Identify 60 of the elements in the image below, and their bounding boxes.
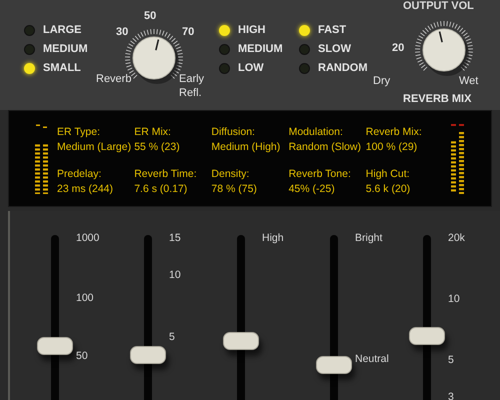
scale-label: Early Refl. [179,72,206,100]
scale-label: High [262,233,284,244]
option-label: SLOW [318,44,351,55]
option-label: LOW [238,63,264,74]
parameter-value: 23 ms (244) [57,182,114,197]
fader-handle[interactable] [409,326,445,345]
knob-title: REVERB MIX [403,94,472,105]
parameter-value: Medium (Large) [57,140,132,155]
scale-label: 30 [116,27,128,38]
scale-label: 70 [182,27,194,38]
scale-label: 5 [448,355,454,366]
scale-label: 1000 [76,233,100,244]
parameter-label: Reverb Mix: [366,125,423,140]
fader-handle[interactable] [223,332,259,350]
parameter-value: 5.6 k (20) [366,182,412,197]
scale-label: Dry [373,76,390,87]
parameter-value: Medium (High) [211,140,282,155]
scale-label: 50 [76,351,88,362]
peak-marker-icon [35,124,49,128]
fader-handle[interactable] [130,346,166,364]
parameter-value: 55 % (23) [134,140,181,155]
scale-label: 15 [169,233,181,244]
scale-label: Wet [459,76,478,87]
option-label: RANDOM [318,63,368,74]
parameter-label: Diffusion: [211,125,256,140]
scale-label: Reverb [96,74,132,85]
parameter-label: ER Mix: [134,125,172,140]
parameter-label: ER Type: [57,125,101,140]
parameter-value: 7.6 s (0.17) [134,182,188,197]
scale-label: 20k [448,233,465,244]
scale-label: 20 [392,43,404,54]
option-label: LARGE [43,25,82,36]
scale-label: 50 [144,11,156,22]
option-label: HIGH [238,25,266,36]
parameter-value: 100 % (29) [366,140,418,155]
scale-label: 10 [169,270,181,280]
option-label: SMALL [43,63,81,74]
parameter-label: Reverb Time: [134,167,198,182]
peak-marker-icon [451,124,465,128]
parameter-label: Reverb Tone: [288,167,352,182]
section-label: OUTPUT VOL [403,1,474,12]
parameter-value: 78 % (75) [211,182,258,197]
option-label: FAST [318,25,346,36]
parameter-value: 45% (-25) [288,182,336,197]
scale-label: 5 [169,332,175,342]
parameter-value: Random (Slow) [288,140,362,155]
fader-handle[interactable] [316,356,352,374]
parameter-label: Predelay: [57,167,102,182]
scale-label: 10 [448,294,460,304]
scale-label: Neutral [355,354,389,364]
parameter-label: Modulation: [288,125,344,140]
level-meter [451,132,465,194]
option-label: MEDIUM [43,44,88,55]
scale-label: 100 [76,293,94,304]
option-label: MEDIUM [238,44,283,55]
fader-handle[interactable] [37,336,73,355]
parameter-label: Density: [211,167,250,182]
scale-label: 3 [448,392,454,400]
scale-label: Bright [355,233,382,244]
parameter-label: High Cut: [366,167,411,182]
